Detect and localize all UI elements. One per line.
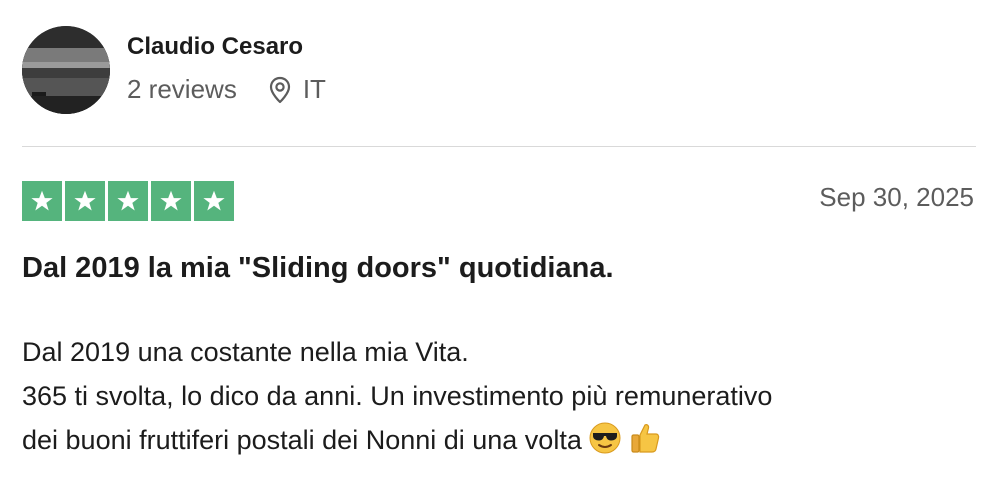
review-count: 2 reviews [127,74,237,104]
star-icon [22,181,62,221]
review-body-line: Dal 2019 una costante nella mia Vita. [22,337,469,367]
reviewer-name[interactable]: Claudio Cesaro [127,33,303,61]
divider [22,146,976,147]
review-title[interactable]: Dal 2019 la mia "Sliding doors" quotidia… [22,252,614,285]
star-icon [151,181,191,221]
review-body-line: 365 ti svolta, lo dico da anni. Un inves… [22,381,773,411]
star-icon [194,181,234,221]
star-icon [108,181,148,221]
review-body-line: dei buoni fruttiferi postali dei Nonni d… [22,418,972,468]
thumbs-up-emoji [628,421,662,468]
review-body-text: dei buoni fruttiferi postali dei Nonni d… [22,425,582,455]
review-body: Dal 2019 una costante nella mia Vita. 36… [22,330,972,468]
review-card: Claudio Cesaro 2 reviews IT Sep 30, 2025… [0,0,998,488]
sunglasses-face-emoji [588,421,622,468]
review-date: Sep 30, 2025 [819,182,974,212]
reviewer-meta: 2 reviews IT [127,74,326,105]
reviewer-country: IT [302,74,326,104]
star-icon [65,181,105,221]
avatar[interactable] [22,26,110,114]
star-rating [22,181,234,221]
location-pin-icon [269,76,291,104]
